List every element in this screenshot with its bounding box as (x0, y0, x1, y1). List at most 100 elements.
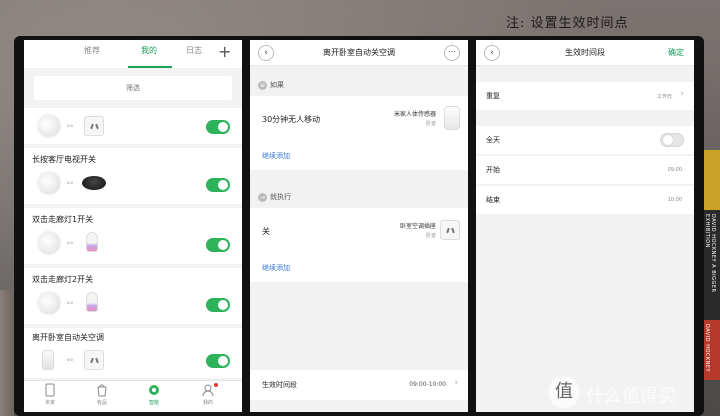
condition-device-name: 米家人体传感器 (393, 111, 436, 118)
add-condition-row[interactable]: 继续添加 (250, 142, 468, 170)
start-label: 开始 (486, 166, 500, 174)
watermark-logo-icon: 值 (548, 376, 580, 408)
motion-sensor-icon (42, 350, 54, 370)
top-bar: ‹ 离开卧室自动关空调 ⋯ (250, 40, 468, 66)
annotation-note: 注: 设置生效时间点 (506, 16, 629, 31)
continue-add-link[interactable]: 继续添加 (262, 151, 290, 161)
plug-icon (84, 116, 104, 136)
plug-icon (84, 350, 104, 370)
end-row[interactable]: 结束 10:00 (476, 186, 694, 214)
scene-toggle[interactable] (206, 120, 230, 134)
filter-button[interactable]: 筛选 (34, 76, 232, 100)
allday-label: 全天 (486, 136, 500, 144)
chevron-right-icon: › (680, 89, 684, 99)
nav-profile[interactable]: 我的 (188, 383, 228, 406)
bulb-icon (86, 232, 98, 252)
nav-label: 米家 (44, 400, 55, 406)
screen-automation-list: 推荐 我的 日志 + 筛选 ∘∘ 长按客厅电视开关 ∘∘ 双击走廊灯1开关 ∘∘… (24, 40, 242, 412)
scene-card[interactable]: 离开卧室自动关空调 ∘∘ (24, 328, 242, 378)
then-section-head: → 就执行 (258, 192, 291, 202)
wireless-switch-icon (38, 232, 60, 254)
add-action-row[interactable]: 继续添加 (250, 254, 468, 282)
action-device-name: 卧室空调插座 (399, 223, 436, 230)
user-icon (202, 384, 214, 397)
active-tab-indicator (128, 66, 172, 68)
nav-smart[interactable]: 智能 (134, 383, 174, 406)
then-icon: → (258, 192, 267, 202)
plug-icon (440, 220, 460, 240)
ir-remote-icon (82, 176, 106, 190)
page-title: 生效时间段 (565, 48, 605, 57)
nav-youpin[interactable]: 有品 (82, 383, 122, 406)
confirm-button[interactable]: 确定 (668, 47, 684, 58)
scene-title: 双击走廊灯1开关 (32, 215, 94, 224)
bulb-icon (86, 292, 98, 312)
condition-device-room: 卧室 (425, 121, 436, 127)
scene-toggle[interactable] (206, 298, 230, 312)
continue-add-link[interactable]: 继续添加 (262, 263, 290, 273)
period-value: 09:00-10:00 (409, 381, 446, 388)
link-icon: ∘∘ (66, 356, 74, 364)
tablet-icon (45, 383, 55, 397)
watermark-text: 什么值得买 (586, 386, 676, 407)
end-label: 结束 (486, 196, 500, 204)
screen-effective-period: ‹ 生效时间段 确定 重复 工作日 › 全天 开始 09:00 结束 10:00 (476, 40, 694, 412)
allday-row: 全天 (476, 126, 694, 154)
condition-text: 30分钟无人移动 (262, 115, 321, 124)
tab-log[interactable]: 日志 (186, 45, 202, 56)
tab-bar: 推荐 我的 日志 + (24, 40, 242, 68)
bottom-nav: 米家 有品 智能 我的 (24, 380, 242, 412)
screen-automation-detail: ‹ 离开卧室自动关空调 ⋯ ≡ 如果 30分钟无人移动 米家人体传感器 卧室 继续… (250, 40, 468, 412)
scene-toggle[interactable] (206, 178, 230, 192)
chevron-right-icon: › (454, 378, 458, 388)
nav-label: 有品 (96, 400, 107, 406)
wireless-switch-icon (38, 292, 60, 314)
notification-dot (214, 383, 218, 387)
smart-icon (149, 385, 159, 395)
effective-period-row[interactable]: 生效时间段 09:00-10:00 › (250, 370, 468, 400)
page-title: 离开卧室自动关空调 (323, 48, 395, 57)
action-text: 关 (262, 227, 270, 236)
repeat-row[interactable]: 重复 工作日 › (476, 82, 694, 110)
add-icon[interactable]: + (218, 42, 231, 61)
link-icon: ∘∘ (66, 122, 74, 130)
repeat-label: 重复 (486, 92, 500, 100)
left-edge-object (0, 290, 14, 416)
scene-card[interactable]: ∘∘ (24, 108, 242, 144)
scene-card[interactable]: 双击走廊灯1开关 ∘∘ (24, 208, 242, 264)
start-value: 09:00 (667, 167, 682, 173)
action-device-room: 卧室 (425, 233, 436, 239)
link-icon: ∘∘ (66, 239, 74, 247)
book-title: DAVID HOCKNEY (704, 324, 710, 373)
nav-label: 智能 (148, 400, 159, 406)
tab-recommend[interactable]: 推荐 (84, 45, 100, 56)
condition-row[interactable]: 30分钟无人移动 米家人体传感器 卧室 (250, 96, 468, 142)
scene-title: 双击走廊灯2开关 (32, 275, 94, 284)
tab-mine[interactable]: 我的 (141, 45, 157, 56)
link-icon: ∘∘ (66, 179, 74, 187)
wireless-switch-icon (38, 115, 60, 137)
period-label: 生效时间段 (262, 381, 297, 389)
book-title: DAVID HOCKNEY A BIGGER EXHIBITION (704, 214, 716, 293)
nav-label: 我的 (202, 400, 213, 406)
end-value: 10:00 (667, 197, 682, 203)
scene-toggle[interactable] (206, 238, 230, 252)
motion-sensor-icon (444, 106, 460, 130)
action-row[interactable]: 关 卧室空调插座 卧室 (250, 208, 468, 254)
start-row[interactable]: 开始 09:00 (476, 156, 694, 184)
scene-toggle[interactable] (206, 354, 230, 368)
wireless-switch-icon (38, 172, 60, 194)
then-label: 就执行 (270, 193, 291, 201)
if-label: 如果 (270, 81, 284, 89)
allday-toggle[interactable] (660, 133, 684, 147)
nav-mijia[interactable]: 米家 (30, 383, 70, 406)
link-icon: ∘∘ (66, 299, 74, 307)
scene-card[interactable]: 长按客厅电视开关 ∘∘ (24, 148, 242, 204)
scene-title: 离开卧室自动关空调 (32, 333, 104, 342)
top-bar: ‹ 生效时间段 确定 (476, 40, 694, 66)
scene-title: 长按客厅电视开关 (32, 155, 96, 164)
repeat-value: 工作日 (656, 94, 672, 100)
more-button[interactable]: ⋯ (444, 45, 460, 61)
if-section-head: ≡ 如果 (258, 80, 284, 90)
scene-card[interactable]: 双击走廊灯2开关 ∘∘ (24, 268, 242, 324)
